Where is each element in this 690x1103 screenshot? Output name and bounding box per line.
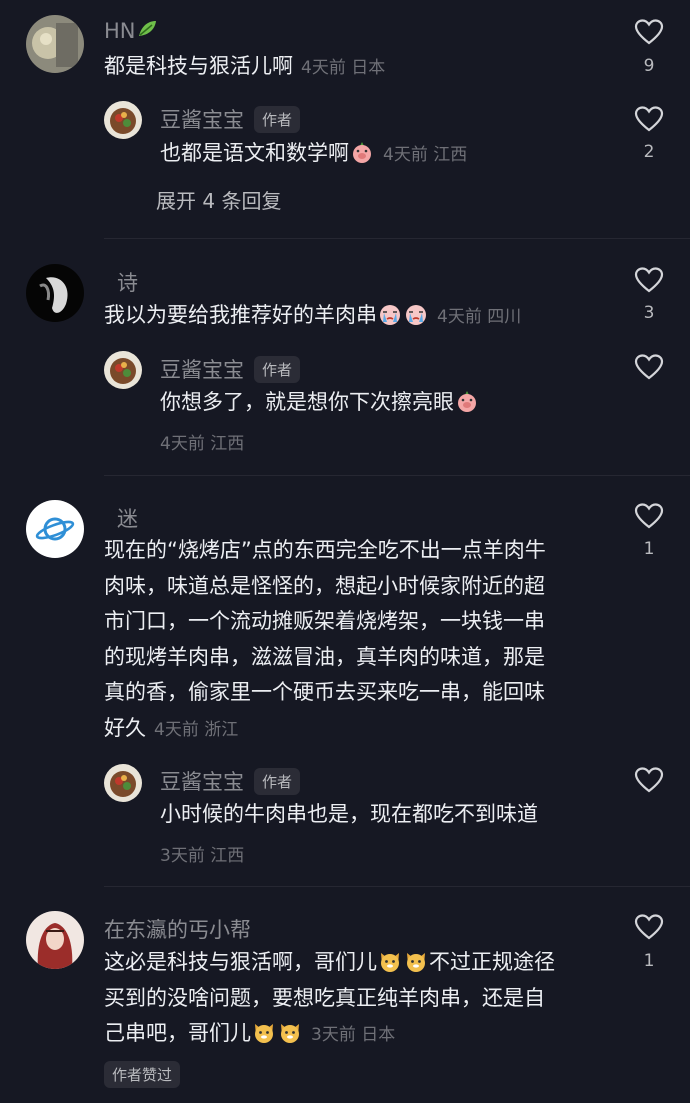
pig-face-emoji-icon: [455, 389, 479, 413]
comment-username[interactable]: 迷: [117, 503, 138, 533]
divider: [104, 475, 690, 476]
like-count: 1: [643, 951, 655, 971]
avatar[interactable]: [26, 911, 84, 969]
cat-face-emoji-icon: [378, 949, 402, 973]
avatar[interactable]: [104, 764, 142, 802]
comment-text-line: 己串吧，哥们儿 3天前 日本: [104, 1020, 396, 1045]
crying-face-emoji-icon: [378, 302, 402, 326]
reply-text: 小时候的牛肉串也是，现在都吃不到味道: [160, 802, 538, 826]
comment-text-line: 肉味，味道总是怪怪的，想起小时候家附近的超: [104, 573, 545, 598]
author-badge: 作者: [254, 768, 301, 795]
comment-username[interactable]: HN: [104, 18, 158, 43]
reply-username[interactable]: 豆酱宝宝 作者: [160, 766, 301, 796]
reply-meta: 4天前 江西: [160, 434, 245, 454]
reply-meta: 3天前 江西: [160, 846, 245, 866]
comment-meta: 4天前 四川: [437, 307, 522, 327]
divider: [104, 886, 690, 887]
author-badge: 作者: [254, 356, 301, 383]
like-count: 2: [643, 142, 655, 162]
heart-icon[interactable]: [634, 353, 664, 381]
like-count: 1: [643, 539, 655, 559]
avatar[interactable]: [26, 15, 84, 73]
comment-meta: 3天前 日本: [311, 1025, 396, 1045]
heart-icon[interactable]: [634, 913, 664, 941]
comment-text-line: 这必是科技与狠活啊，哥们儿 不过正规途径: [104, 949, 555, 974]
like-count: 3: [643, 303, 655, 323]
divider: [104, 238, 690, 239]
comment-meta: 4天前 浙江: [154, 719, 239, 740]
comment-text: 我以为要给我推荐好的羊肉串 4天前 四川: [104, 302, 522, 327]
heart-icon[interactable]: [634, 502, 664, 530]
comment-username[interactable]: 在东瀛的丐小帮: [104, 914, 251, 944]
comment-text: 都是科技与狠活儿啊 4天前 日本: [104, 54, 386, 78]
like-count: 9: [643, 56, 655, 76]
cat-face-emoji-icon: [252, 1020, 276, 1044]
cat-face-emoji-icon: [278, 1020, 302, 1044]
heart-icon[interactable]: [634, 266, 664, 294]
comment-text-line: 市门口，一个流动摊贩架着烧烤架，一块钱一串: [104, 609, 545, 633]
pig-face-emoji-icon: [350, 140, 374, 164]
comment-text-line: 买到的没啥问题，要想吃真正纯羊肉串，还是自: [104, 985, 545, 1010]
heart-icon[interactable]: [634, 105, 664, 133]
avatar[interactable]: [104, 101, 142, 139]
avatar[interactable]: [104, 351, 142, 389]
reply-text: 你想多了，就是想你下次擦亮眼: [160, 385, 480, 421]
comment-text: 现在的“烧烤店”点的东西完全吃不出一点羊肉牛 肉味，味道总是怪怪的，想起小时候家…: [104, 533, 546, 748]
reply-meta: 4天前 江西: [383, 145, 468, 165]
reply-text: 也都是语文和数学啊 4天前 江西: [160, 140, 468, 165]
reply-username[interactable]: 豆酱宝宝 作者: [160, 354, 301, 384]
comment-text: 这必是科技与狠活啊，哥们儿 不过正规途径 买到的没啥问题，要想吃真正纯羊肉串，还是…: [104, 945, 555, 1054]
reply-username[interactable]: 豆酱宝宝 作者: [160, 104, 301, 134]
comment-text-line: 好久 4天前 浙江: [104, 715, 239, 740]
comment-text-line: 现在的“烧烤店”点的东西完全吃不出一点羊肉牛: [104, 538, 546, 562]
comment-text-line: 真的香，偷家里一个硬币去买来吃一串，能回味: [104, 680, 545, 704]
cat-face-emoji-icon: [404, 949, 428, 973]
crying-face-emoji-icon: [404, 302, 428, 326]
avatar[interactable]: [26, 264, 84, 322]
author-badge: 作者: [254, 106, 301, 133]
comment-text-line: 的现烤羊肉串，滋滋冒油，真羊肉的味道，那是: [104, 644, 545, 669]
comment-username[interactable]: 诗: [117, 267, 138, 297]
heart-icon[interactable]: [634, 766, 664, 794]
comment-meta: 4天前 日本: [301, 58, 386, 78]
heart-icon[interactable]: [634, 18, 664, 46]
avatar[interactable]: [26, 500, 84, 558]
expand-replies-button[interactable]: 展开 4 条回复: [156, 185, 281, 214]
author-liked-badge: 作者赞过: [104, 1061, 181, 1088]
leaf-icon: [136, 18, 158, 40]
